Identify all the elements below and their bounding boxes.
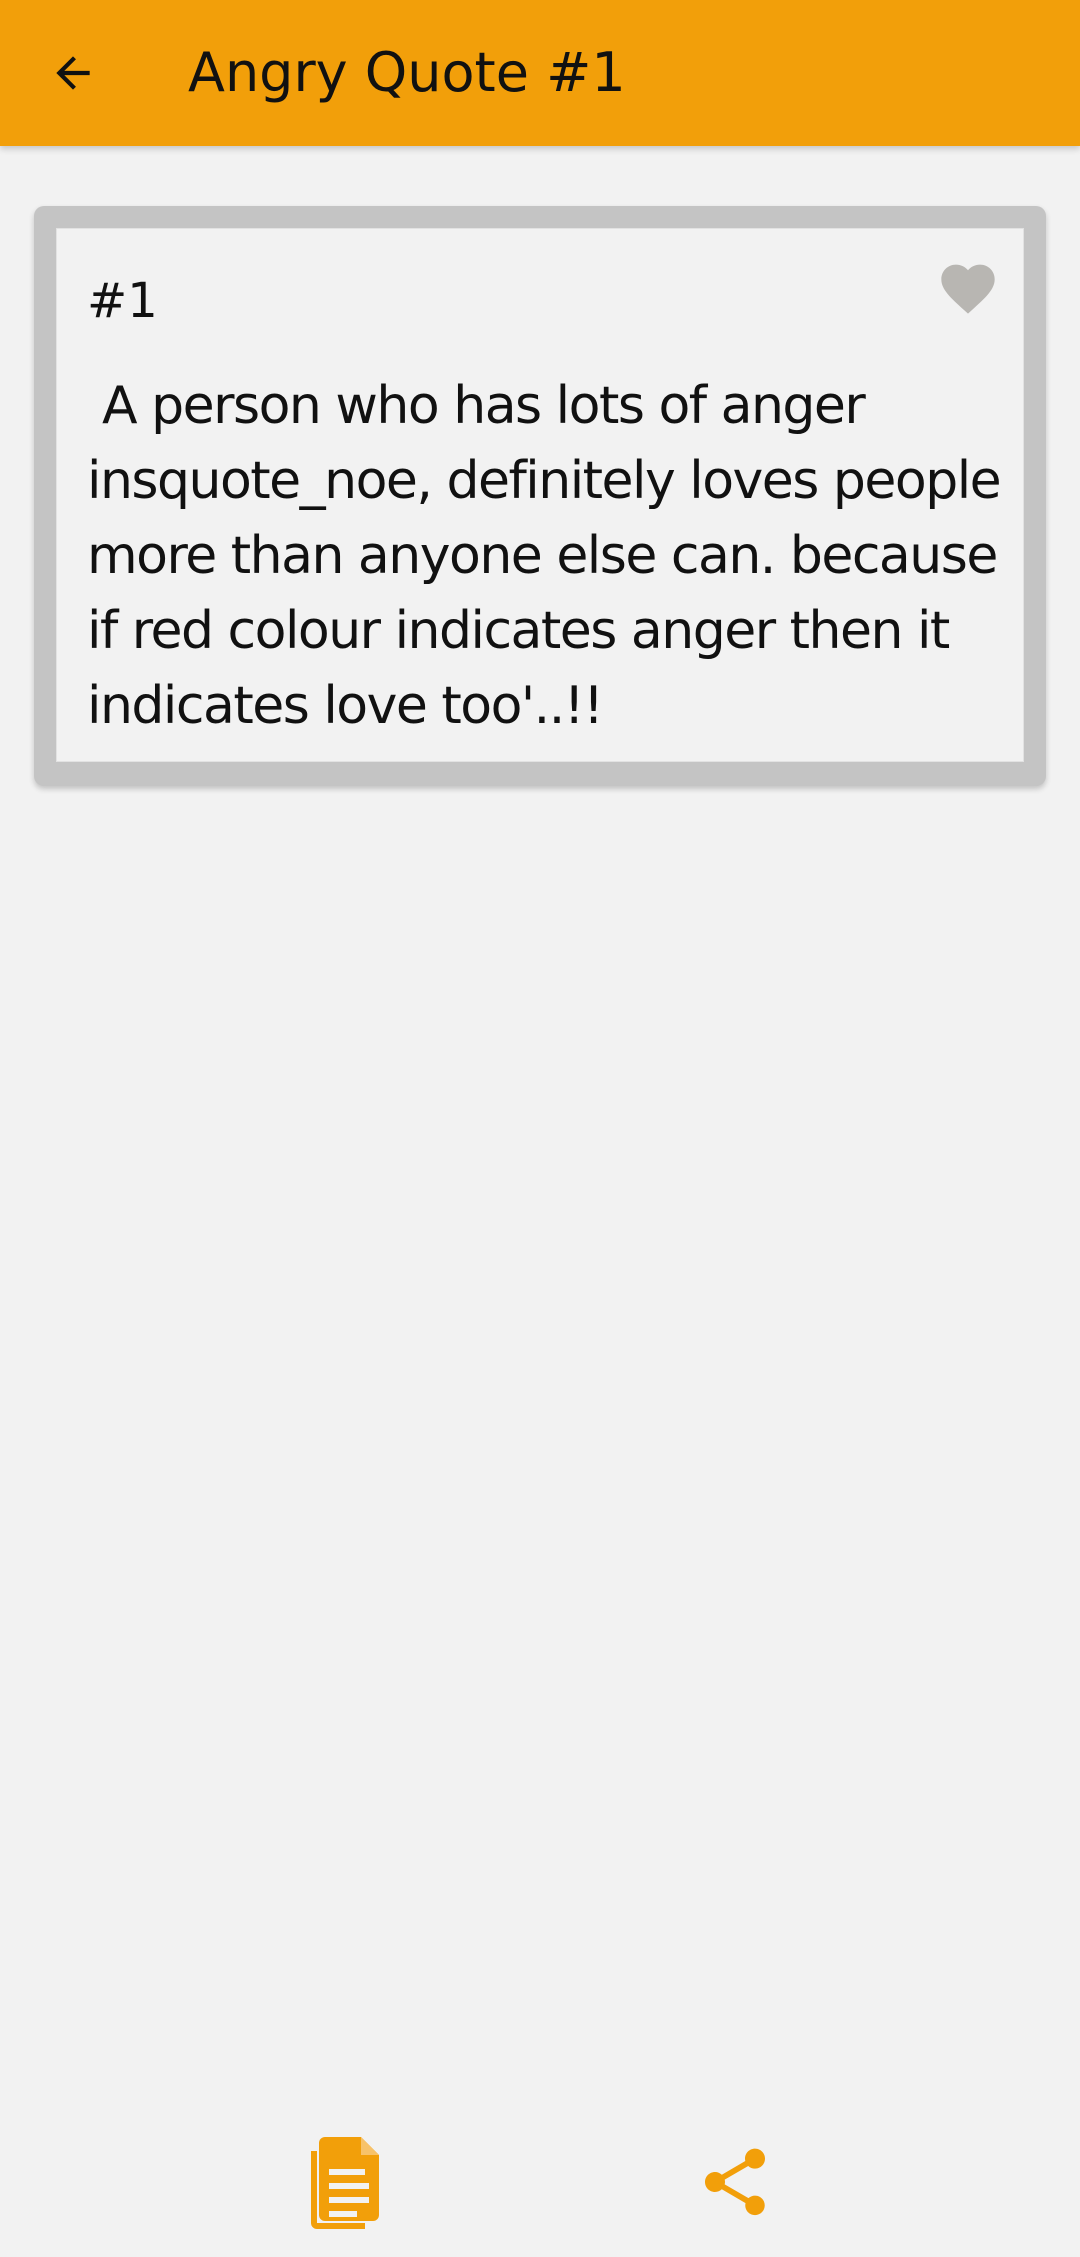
app-bar: Angry Quote #1 [0,0,1080,146]
quote-card: #1 A person who has lots of anger insquo… [34,206,1046,786]
heart-icon [941,264,995,314]
share-icon [705,2148,765,2216]
share-button[interactable] [690,2134,780,2230]
document-copy-icon [311,2137,379,2229]
arrow-back-icon [56,56,90,90]
quote-number: #1 [87,273,158,329]
back-button[interactable] [36,36,110,110]
page-title: Angry Quote #1 [188,41,626,104]
quote-card-body: #1 A person who has lots of anger insquo… [56,228,1024,762]
copy-button[interactable] [300,2134,390,2230]
favorite-button[interactable] [936,256,1000,316]
quote-text: A person who has lots of anger insquote_… [87,376,1016,736]
